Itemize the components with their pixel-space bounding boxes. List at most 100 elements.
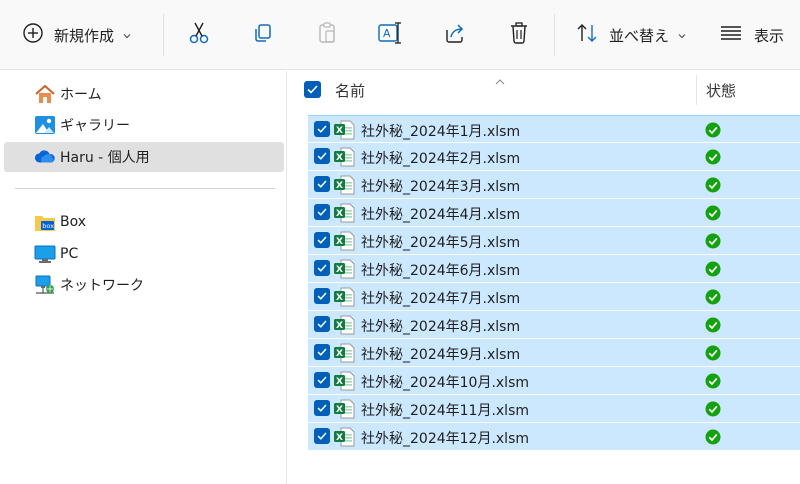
row-checkbox[interactable] [314,176,330,192]
table-row[interactable]: X 社外秘_2024年7月.xlsm [308,283,800,311]
column-divider[interactable] [696,75,697,105]
excel-file-icon: X [333,231,355,251]
column-header-name[interactable]: 名前 [335,80,365,101]
sort-button-label: 並べ替え [609,26,670,45]
svg-text:X: X [336,405,343,415]
file-name: 社外秘_2024年10月.xlsm [361,375,529,391]
file-name: 社外秘_2024年7月.xlsm [361,291,521,307]
table-row[interactable]: X 社外秘_2024年6月.xlsm [308,255,800,283]
svg-text:X: X [336,377,343,387]
sidebar-item-network[interactable]: ネットワーク [4,270,284,300]
view-button[interactable]: 表示 [720,22,784,48]
sidebar-item-label: Box [60,214,87,230]
row-checkbox[interactable] [314,316,330,332]
row-checkbox[interactable] [314,372,330,388]
home-icon [34,83,56,105]
gallery-icon [34,114,56,136]
svg-text:X: X [336,237,343,247]
sync-status-check-icon [705,149,721,165]
row-checkbox[interactable] [314,288,330,304]
plus-circle-icon [22,22,44,48]
excel-file-icon: X [333,343,355,363]
toolbar-separator [554,14,555,56]
excel-file-icon: X [333,147,355,167]
onedrive-cloud-icon [34,146,56,168]
pc-monitor-icon [34,243,56,265]
chevron-down-icon [122,26,132,45]
sidebar-item-box[interactable]: box Box [4,207,284,237]
column-header-status[interactable]: 状態 [706,80,736,101]
table-row[interactable]: X 社外秘_2024年9月.xlsm [308,339,800,367]
chevron-down-icon [677,26,687,45]
column-header: 名前 状態 [288,71,800,111]
svg-text:X: X [336,321,343,331]
row-checkbox[interactable] [314,121,330,137]
svg-text:X: X [336,153,343,163]
network-icon [34,274,56,296]
sort-ascending-caret-icon [494,71,506,90]
navigation-pane: ホーム ギャラリー Haru - 個人用 box Box PC ネットワーク [0,71,287,484]
table-row[interactable]: X 社外秘_2024年8月.xlsm [308,311,800,339]
paste-button[interactable] [312,20,342,50]
sidebar-item-label: ギャラリー [60,118,130,134]
row-checkbox[interactable] [314,400,330,416]
table-row[interactable]: X 社外秘_2024年10月.xlsm [308,367,800,395]
table-row[interactable]: X 社外秘_2024年3月.xlsm [308,171,800,199]
copy-button[interactable] [248,20,278,50]
sync-status-check-icon [705,373,721,389]
share-button[interactable] [440,20,470,50]
svg-text:X: X [336,433,343,443]
delete-button[interactable] [504,20,534,50]
select-all-checkbox[interactable] [304,81,321,98]
table-row[interactable]: X 社外秘_2024年4月.xlsm [308,199,800,227]
file-rows: X 社外秘_2024年1月.xlsm X 社外秘_2024年2月.xlsm X 社外秘_2… [308,115,800,451]
rename-icon: A [377,21,403,49]
file-name: 社外秘_2024年6月.xlsm [361,263,521,279]
sidebar-item-home[interactable]: ホーム [4,79,284,109]
cut-button[interactable] [184,20,214,50]
excel-file-icon: X [333,399,355,419]
row-checkbox[interactable] [314,148,330,164]
sync-status-check-icon [705,429,721,445]
svg-text:X: X [336,181,343,191]
table-row[interactable]: X 社外秘_2024年5月.xlsm [308,227,800,255]
svg-text:X: X [336,209,343,219]
table-row[interactable]: X 社外秘_2024年11月.xlsm [308,395,800,423]
toolbar-separator [163,14,164,56]
row-checkbox[interactable] [314,260,330,276]
svg-text:A: A [383,27,391,40]
sidebar-item-onedrive[interactable]: Haru - 個人用 [4,142,284,172]
share-icon [444,22,466,48]
sidebar-item-gallery[interactable]: ギャラリー [4,110,284,140]
sort-button[interactable]: 並べ替え [575,22,687,48]
svg-text:X: X [336,349,343,359]
table-row[interactable]: X 社外秘_2024年12月.xlsm [308,423,800,451]
svg-text:box: box [42,222,54,230]
excel-file-icon: X [333,120,355,140]
table-row[interactable]: X 社外秘_2024年2月.xlsm [308,143,800,171]
file-name: 社外秘_2024年5月.xlsm [361,235,521,251]
sidebar-item-label: ネットワーク [60,278,144,294]
row-checkbox[interactable] [314,204,330,220]
sync-status-check-icon [705,261,721,277]
row-checkbox[interactable] [314,344,330,360]
excel-file-icon: X [333,175,355,195]
sidebar-item-label: Haru - 個人用 [60,150,150,166]
row-checkbox[interactable] [314,232,330,248]
file-name: 社外秘_2024年1月.xlsm [361,124,521,140]
sync-status-check-icon [705,205,721,221]
sync-status-check-icon [705,345,721,361]
sync-status-check-icon [705,177,721,193]
sync-status-check-icon [705,233,721,249]
sync-status-check-icon [705,122,721,138]
row-checkbox[interactable] [314,428,330,444]
file-name: 社外秘_2024年4月.xlsm [361,207,521,223]
svg-text:X: X [336,126,343,136]
file-list-pane: 名前 状態 X 社外秘_2024年1月.xlsm X 社外秘_2024年2月.xlsm… [288,71,800,484]
clipboard-icon [316,21,338,49]
sidebar-item-pc[interactable]: PC [4,239,284,269]
new-button[interactable]: 新規作成 [22,22,132,48]
file-name: 社外秘_2024年9月.xlsm [361,347,521,363]
rename-button[interactable]: A [375,20,405,50]
table-row[interactable]: X 社外秘_2024年1月.xlsm [308,115,800,143]
